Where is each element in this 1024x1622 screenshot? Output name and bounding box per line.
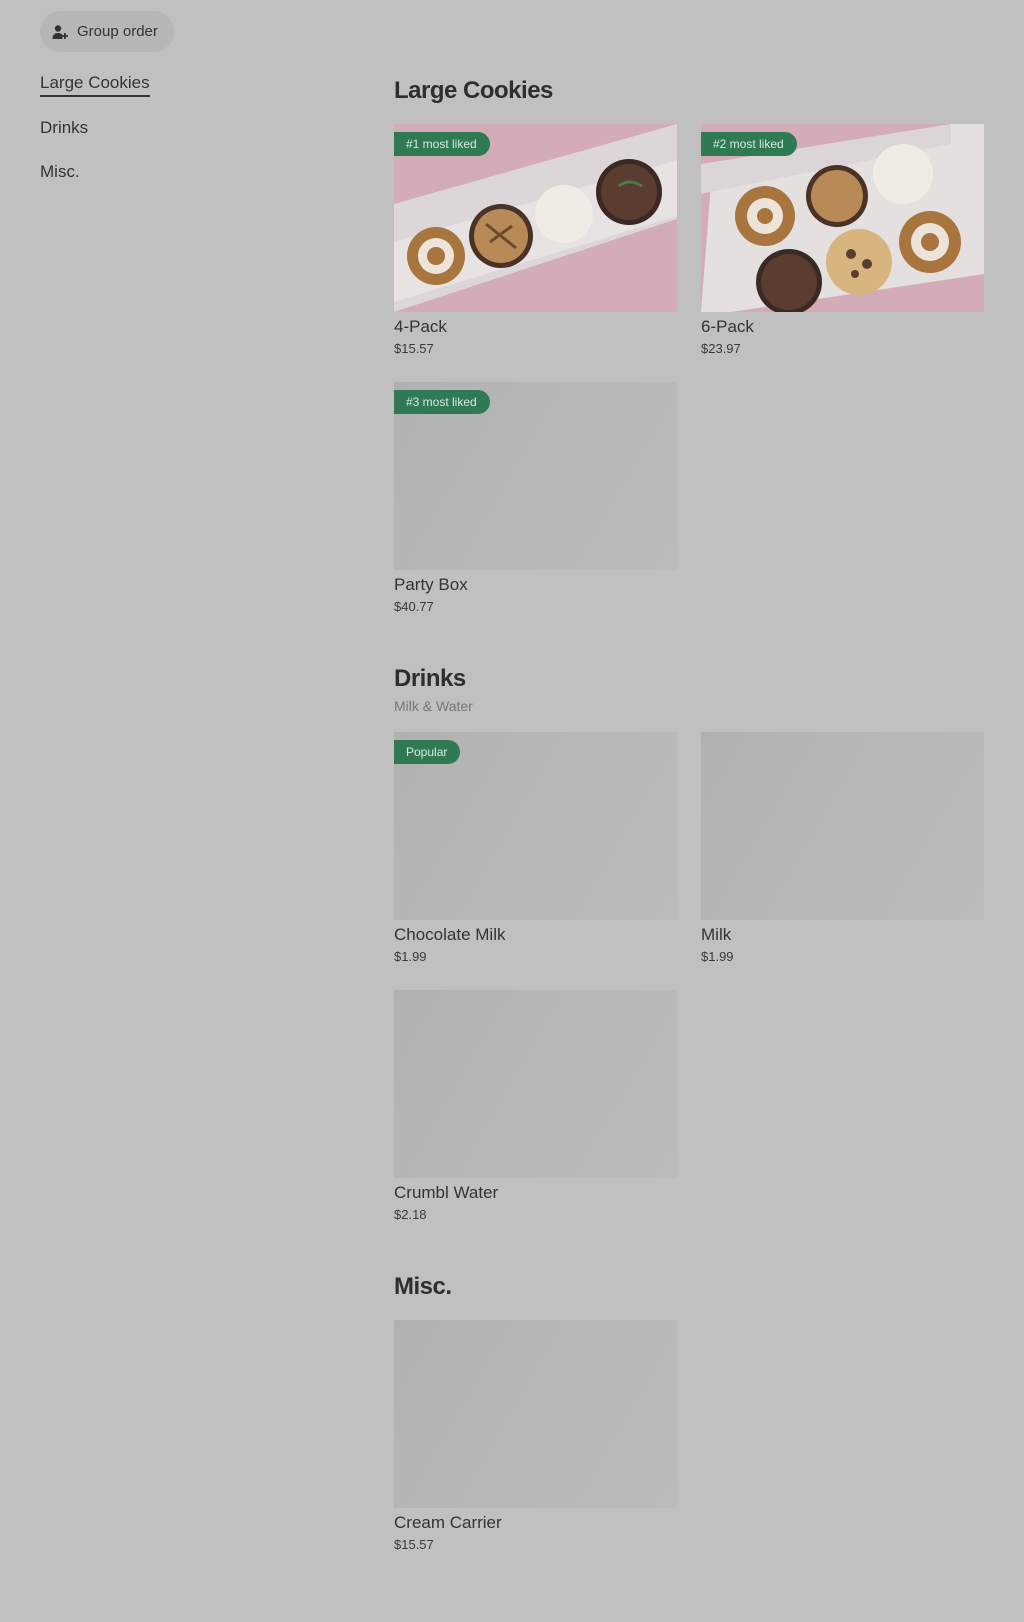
item-image: #1 most liked [394,124,677,312]
section-title-large-cookies: Large Cookies [394,77,553,104]
section-subtitle-drinks: Milk & Water [394,698,473,714]
item-name: 4-Pack [394,317,447,336]
sidebar-item-misc[interactable]: Misc. [40,161,150,183]
item-price: $1.99 [701,949,734,964]
sidebar-item-drinks[interactable]: Drinks [40,117,150,139]
item-name: Milk [701,925,732,944]
section-title-drinks: Drinks [394,665,466,692]
item-badge: #3 most liked [394,390,490,414]
group-order-button[interactable]: Group order [40,11,174,52]
item-price: $40.77 [394,599,434,614]
item-badge: #1 most liked [394,132,490,156]
item-image-placeholder: #3 most liked [394,382,677,570]
item-image-placeholder [394,990,677,1178]
menu-item-card[interactable]: Crumbl Water $2.18 [394,990,677,1222]
item-image-placeholder [701,732,984,920]
menu-item-card[interactable]: Cream Carrier $15.57 [394,1320,677,1552]
item-image: #2 most liked [701,124,984,312]
item-price: $15.57 [394,1537,434,1552]
item-image-placeholder: Popular [394,732,677,920]
item-badge: Popular [394,740,461,764]
item-price: $23.97 [701,341,741,356]
menu-item-card[interactable]: Popular Chocolate Milk $1.99 [394,732,677,964]
item-name: Chocolate Milk [394,925,506,944]
menu-item-card[interactable]: Milk $1.99 [701,732,984,964]
item-image-placeholder [394,1320,677,1508]
menu-item-card[interactable]: #3 most liked Party Box $40.77 [394,382,677,614]
section-title-misc: Misc. [394,1273,452,1300]
sidebar-item-large-cookies[interactable]: Large Cookies [40,72,150,97]
person-add-icon [52,24,68,39]
item-price: $2.18 [394,1207,427,1222]
menu-item-card[interactable]: #1 most liked 4-Pack $15.57 [394,124,677,356]
item-name: Party Box [394,575,468,594]
item-name: Cream Carrier [394,1513,502,1532]
item-price: $15.57 [394,341,434,356]
category-sidebar: Large Cookies Drinks Misc. [40,72,150,183]
item-name: Crumbl Water [394,1183,499,1202]
item-price: $1.99 [394,949,427,964]
item-name: 6-Pack [701,317,754,336]
item-badge: #2 most liked [701,132,797,156]
menu-item-card[interactable]: #2 most liked 6-Pack $23.97 [701,124,984,356]
group-order-label: Group order [77,23,158,40]
